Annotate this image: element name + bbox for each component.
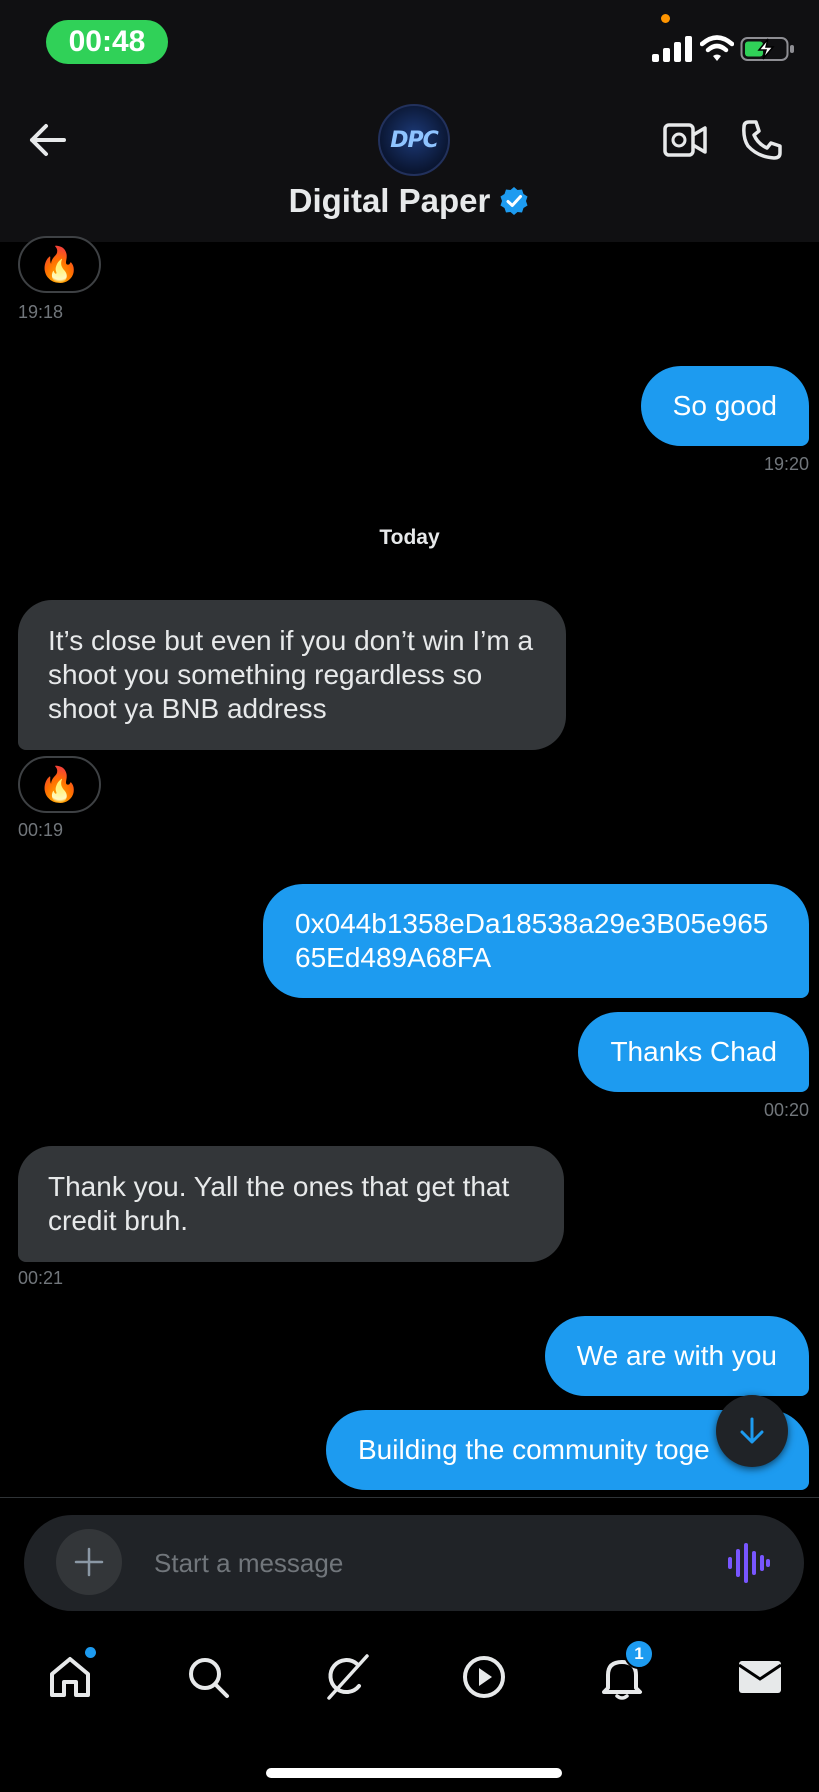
message-reaction[interactable]: 🔥 [18,236,101,293]
composer-divider [0,1497,819,1498]
received-message-bubble[interactable]: Thank you. Yall the ones that get that c… [18,1146,564,1262]
play-icon [463,1656,505,1698]
phone-call-icon[interactable] [740,118,784,162]
message-timestamp: 00:19 [18,820,64,840]
message-timestamp: 00:21 [18,1268,64,1288]
message-reaction[interactable]: 🔥 [18,756,101,813]
battery-charging-icon [740,37,794,61]
nav-home[interactable] [40,1647,100,1707]
avatar-logo-text: DPC [390,127,439,153]
voice-message-icon[interactable] [728,1541,770,1585]
cellular-signal-icon [652,36,692,62]
wifi-icon [700,35,734,61]
status-bar: 00:48 [0,0,819,100]
notifications-count-badge: 1 [624,1639,654,1669]
sent-message-bubble[interactable]: 0x044b1358eDa18538a29e3B05e96565Ed489A68… [263,884,809,998]
date-separator: Today [379,526,440,549]
scroll-to-bottom-button[interactable] [716,1395,788,1467]
back-arrow-icon[interactable] [24,118,72,162]
nav-notifications[interactable]: 1 [592,1639,654,1707]
message-timestamp: 19:20 [763,454,809,474]
contact-name: Digital Paper [288,182,491,219]
plus-icon [74,1547,104,1577]
contact-avatar[interactable]: DPC [378,104,450,176]
message-timestamp: 19:18 [18,302,64,322]
contact-name-row[interactable]: Digital Paper [0,182,819,220]
nav-messages[interactable] [730,1647,790,1707]
verified-badge-icon [500,187,528,215]
sent-message-bubble[interactable]: Thanks Chad [578,1012,809,1092]
search-icon [189,1658,229,1698]
message-input[interactable] [154,1539,714,1587]
nav-search[interactable] [178,1647,238,1707]
home-unread-dot [85,1647,96,1658]
received-message-bubble[interactable]: It’s close but even if you don’t win I’m… [18,600,566,750]
message-timestamp: 00:20 [763,1100,809,1120]
home-indicator[interactable] [266,1768,562,1778]
nav-grok[interactable] [316,1647,376,1707]
envelope-icon [738,1661,782,1693]
privacy-indicator-dot [661,14,670,23]
nav-video[interactable] [454,1647,514,1707]
video-call-icon[interactable] [662,120,708,160]
message-composer [24,1515,804,1611]
arrow-down-icon [740,1417,764,1444]
status-time: 00:48 [46,20,168,64]
home-icon [50,1657,90,1697]
grok-icon [327,1654,369,1700]
sent-message-bubble[interactable]: So good [640,366,809,446]
add-attachment-button[interactable] [56,1529,122,1595]
sent-message-bubble[interactable]: We are with you [544,1316,809,1396]
bottom-navigation: 1 [0,1625,819,1792]
